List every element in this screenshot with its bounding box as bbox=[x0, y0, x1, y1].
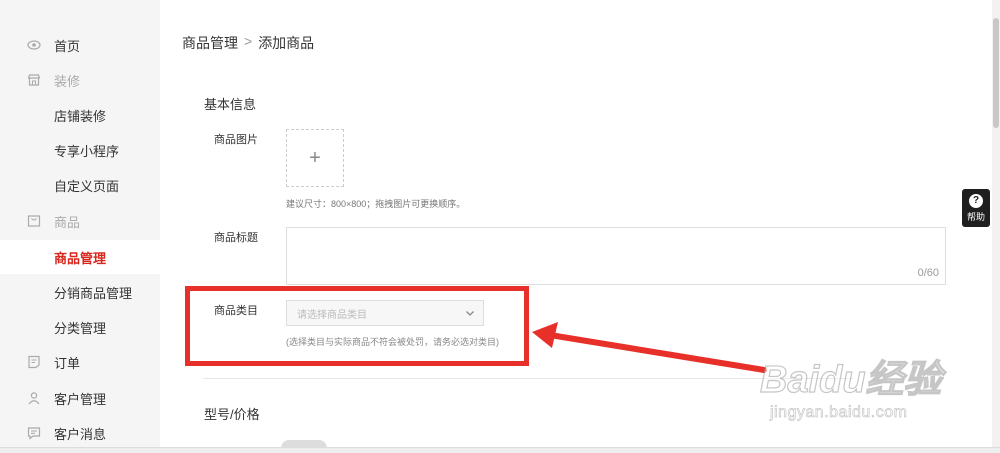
sidebar-item-label: 装修 bbox=[54, 73, 81, 89]
sidebar-item-goods-management[interactable]: 商品管理 bbox=[0, 240, 160, 274]
sidebar-item-custom-page[interactable]: 自定义页面 bbox=[0, 168, 160, 202]
sidebar-item-customers[interactable]: 客户管理 bbox=[0, 381, 160, 415]
sidebar-item-label: 客户管理 bbox=[54, 391, 107, 407]
sidebar-item-orders[interactable]: 订单 bbox=[0, 345, 160, 379]
sidebar-item-home[interactable]: 首页 bbox=[0, 28, 160, 62]
eye-icon bbox=[27, 38, 41, 52]
image-label: 商品图片 bbox=[214, 134, 258, 146]
red-arrow bbox=[532, 322, 767, 373]
sidebar-item-mini-program[interactable]: 专享小程序 bbox=[0, 133, 160, 167]
scrollbar[interactable] bbox=[992, 0, 1000, 453]
sidebar-item-customer-messages[interactable]: 客户消息 bbox=[0, 416, 160, 450]
scrollbar-thumb[interactable] bbox=[993, 18, 999, 128]
sidebar-item-label: 店铺装修 bbox=[54, 108, 107, 124]
sidebar-group-decoration[interactable]: 装修 bbox=[0, 63, 160, 97]
basic-info-title: 基本信息 bbox=[204, 97, 257, 112]
title-char-counter: 0/60 bbox=[917, 267, 939, 279]
watermark-url: jingyan.baidu.com bbox=[770, 404, 908, 422]
sidebar-item-label: 分类管理 bbox=[54, 320, 107, 336]
image-upload-button[interactable]: + bbox=[286, 129, 344, 187]
order-icon bbox=[27, 355, 41, 369]
sidebar-item-label: 商品管理 bbox=[54, 250, 107, 266]
message-icon bbox=[27, 426, 41, 440]
sidebar-item-shop-decoration[interactable]: 店铺装修 bbox=[0, 98, 160, 132]
status-bar bbox=[0, 447, 1000, 453]
highlight-box bbox=[185, 286, 529, 366]
plus-icon: + bbox=[309, 146, 321, 169]
sidebar-item-category-management[interactable]: 分类管理 bbox=[0, 310, 160, 344]
model-price-title: 型号/价格 bbox=[204, 407, 260, 422]
section-divider bbox=[203, 378, 853, 379]
help-label: 帮助 bbox=[966, 211, 985, 222]
question-icon: ? bbox=[969, 193, 983, 208]
shop-icon bbox=[27, 73, 41, 87]
sidebar-item-label: 专享小程序 bbox=[54, 143, 120, 159]
sidebar-item-distribution-goods[interactable]: 分销商品管理 bbox=[0, 275, 160, 309]
breadcrumb-parent[interactable]: 商品管理 bbox=[182, 33, 238, 53]
sidebar-item-label: 商品 bbox=[54, 214, 81, 230]
breadcrumb-separator: > bbox=[244, 33, 253, 49]
title-textarea[interactable]: 0/60 bbox=[286, 227, 946, 285]
sidebar: 首页 装修 店铺装修 专享小程序 自定义页面 商品 商品管理 分销商品管理 分类… bbox=[0, 0, 160, 453]
image-hint: 建议尺寸：800×800；拖拽图片可更换顺序。 bbox=[286, 199, 466, 209]
title-label: 商品标题 bbox=[214, 232, 258, 244]
sidebar-item-label: 分销商品管理 bbox=[54, 285, 133, 301]
help-button[interactable]: ? 帮助 bbox=[962, 189, 990, 227]
breadcrumb: 商品管理 > 添加商品 bbox=[182, 33, 314, 53]
baidu-watermark: Baidu经验 jingyan.baidu.com bbox=[759, 340, 950, 430]
breadcrumb-current: 添加商品 bbox=[258, 35, 315, 51]
sidebar-group-goods[interactable]: 商品 bbox=[0, 204, 160, 238]
sidebar-item-label: 客户消息 bbox=[54, 426, 107, 442]
box-icon bbox=[27, 214, 41, 228]
watermark-brand: Baidu经验 bbox=[759, 358, 942, 401]
sidebar-item-label: 订单 bbox=[54, 355, 81, 371]
sidebar-item-label: 自定义页面 bbox=[54, 178, 120, 194]
user-icon bbox=[27, 391, 41, 405]
sidebar-item-label: 首页 bbox=[54, 38, 81, 54]
